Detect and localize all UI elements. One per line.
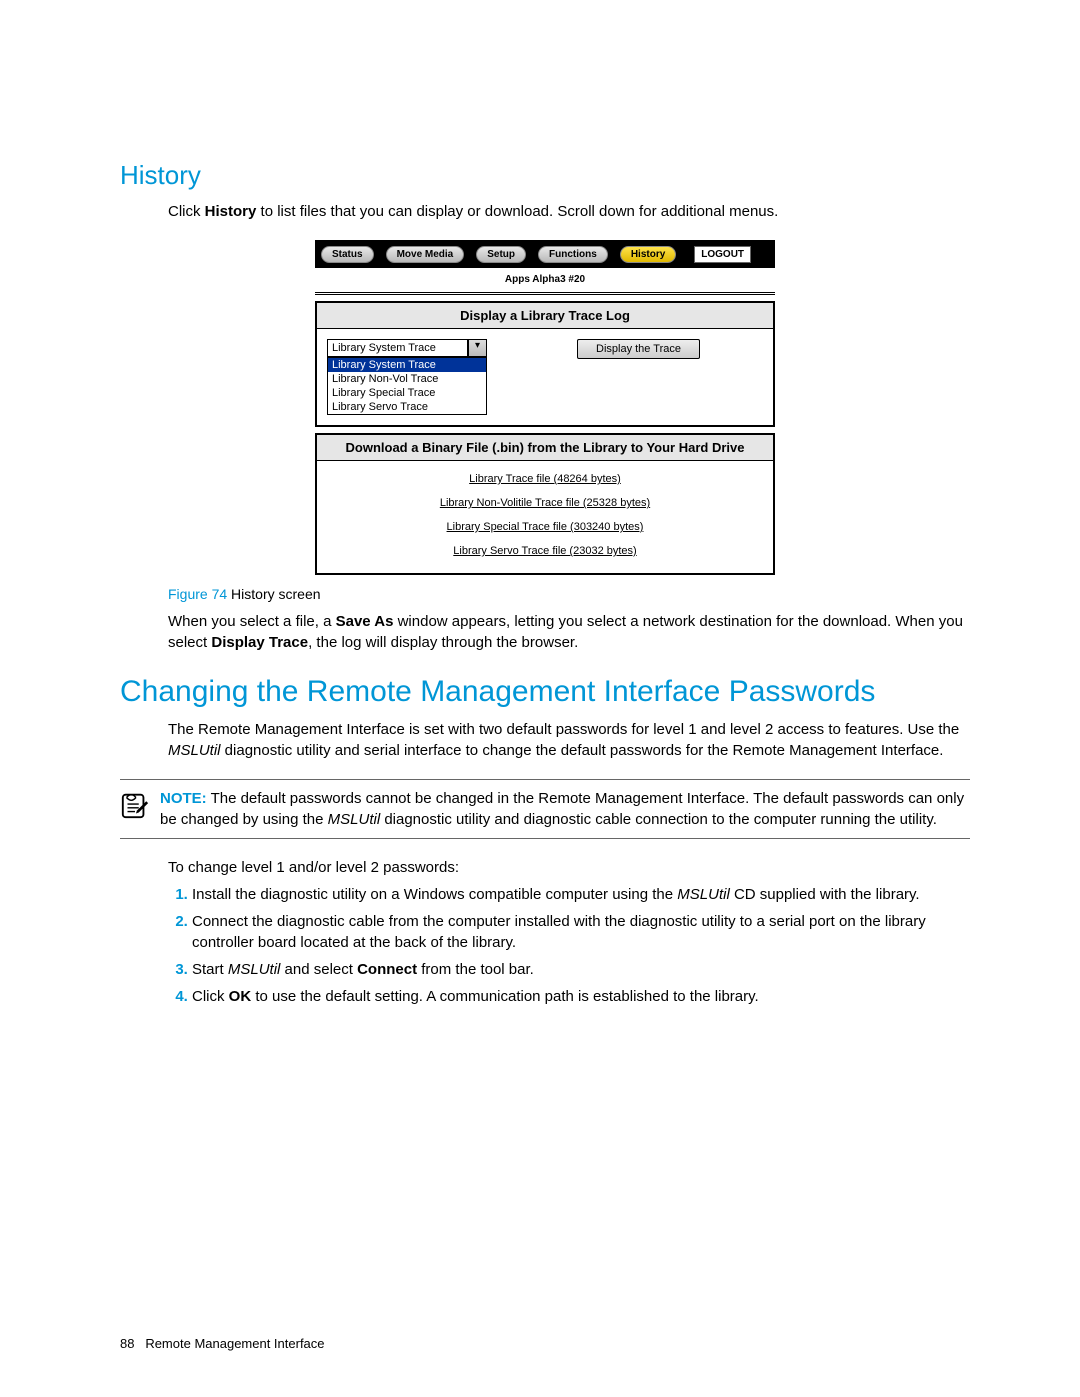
figure-caption: Figure 74 History screen: [168, 585, 970, 605]
download-panel: Download a Binary File (.bin) from the L…: [315, 433, 775, 575]
trace-log-panel: Display a Library Trace Log Library Syst…: [315, 301, 775, 427]
section-heading-passwords: Changing the Remote Management Interface…: [120, 675, 970, 709]
note-text: NOTE: The default passwords cannot be ch…: [160, 788, 970, 830]
nav-functions[interactable]: Functions: [538, 246, 608, 263]
display-trace-button[interactable]: Display the Trace: [577, 339, 700, 359]
step-3: Start MSLUtil and select Connect from th…: [192, 959, 970, 980]
trace-dropdown[interactable]: Library System Trace ▾ Library System Tr…: [327, 339, 487, 415]
trace-option[interactable]: Library Servo Trace: [328, 400, 486, 414]
step-1: Install the diagnostic utility on a Wind…: [192, 884, 970, 905]
download-link[interactable]: Library Special Trace file (303240 bytes…: [317, 515, 773, 539]
nav-history[interactable]: History: [620, 246, 676, 263]
download-link[interactable]: Library Trace file (48264 bytes): [317, 467, 773, 491]
nav-setup[interactable]: Setup: [476, 246, 526, 263]
trace-option[interactable]: Library Non-Vol Trace: [328, 372, 486, 386]
step-2: Connect the diagnostic cable from the co…: [192, 911, 970, 953]
download-panel-header: Download a Binary File (.bin) from the L…: [317, 435, 773, 461]
trace-log-header: Display a Library Trace Log: [317, 303, 773, 329]
nav-status[interactable]: Status: [321, 246, 374, 263]
app-subtitle: Apps Alpha3 #20: [315, 268, 775, 291]
dropdown-arrow-icon[interactable]: ▾: [468, 339, 487, 357]
passwords-paragraph: The Remote Management Interface is set w…: [168, 719, 970, 761]
step-4: Click OK to use the default setting. A c…: [192, 986, 970, 1007]
trace-dropdown-list: Library System Trace Library Non-Vol Tra…: [327, 357, 487, 415]
trace-option[interactable]: Library Special Trace: [328, 386, 486, 400]
steps-list: Install the diagnostic utility on a Wind…: [168, 884, 970, 1007]
steps-intro: To change level 1 and/or level 2 passwor…: [168, 857, 970, 878]
logout-button[interactable]: LOGOUT: [694, 246, 751, 263]
note-icon: [120, 788, 150, 830]
history-intro: Click History to list files that you can…: [168, 201, 970, 222]
page-footer: 88 Remote Management Interface: [120, 1336, 325, 1351]
note-block: NOTE: The default passwords cannot be ch…: [120, 779, 970, 839]
section-heading-history: History: [120, 160, 970, 191]
download-link[interactable]: Library Servo Trace file (23032 bytes): [317, 539, 773, 563]
trace-option[interactable]: Library System Trace: [328, 358, 486, 372]
trace-dropdown-value[interactable]: Library System Trace: [327, 339, 468, 357]
download-link[interactable]: Library Non-Volitile Trace file (25328 b…: [317, 491, 773, 515]
download-links: Library Trace file (48264 bytes) Library…: [317, 461, 773, 573]
nav-move-media[interactable]: Move Media: [386, 246, 465, 263]
nav-bar: Status Move Media Setup Functions Histor…: [315, 240, 775, 268]
history-screenshot: Status Move Media Setup Functions Histor…: [315, 240, 775, 575]
after-figure-text: When you select a file, a Save As window…: [168, 611, 970, 653]
